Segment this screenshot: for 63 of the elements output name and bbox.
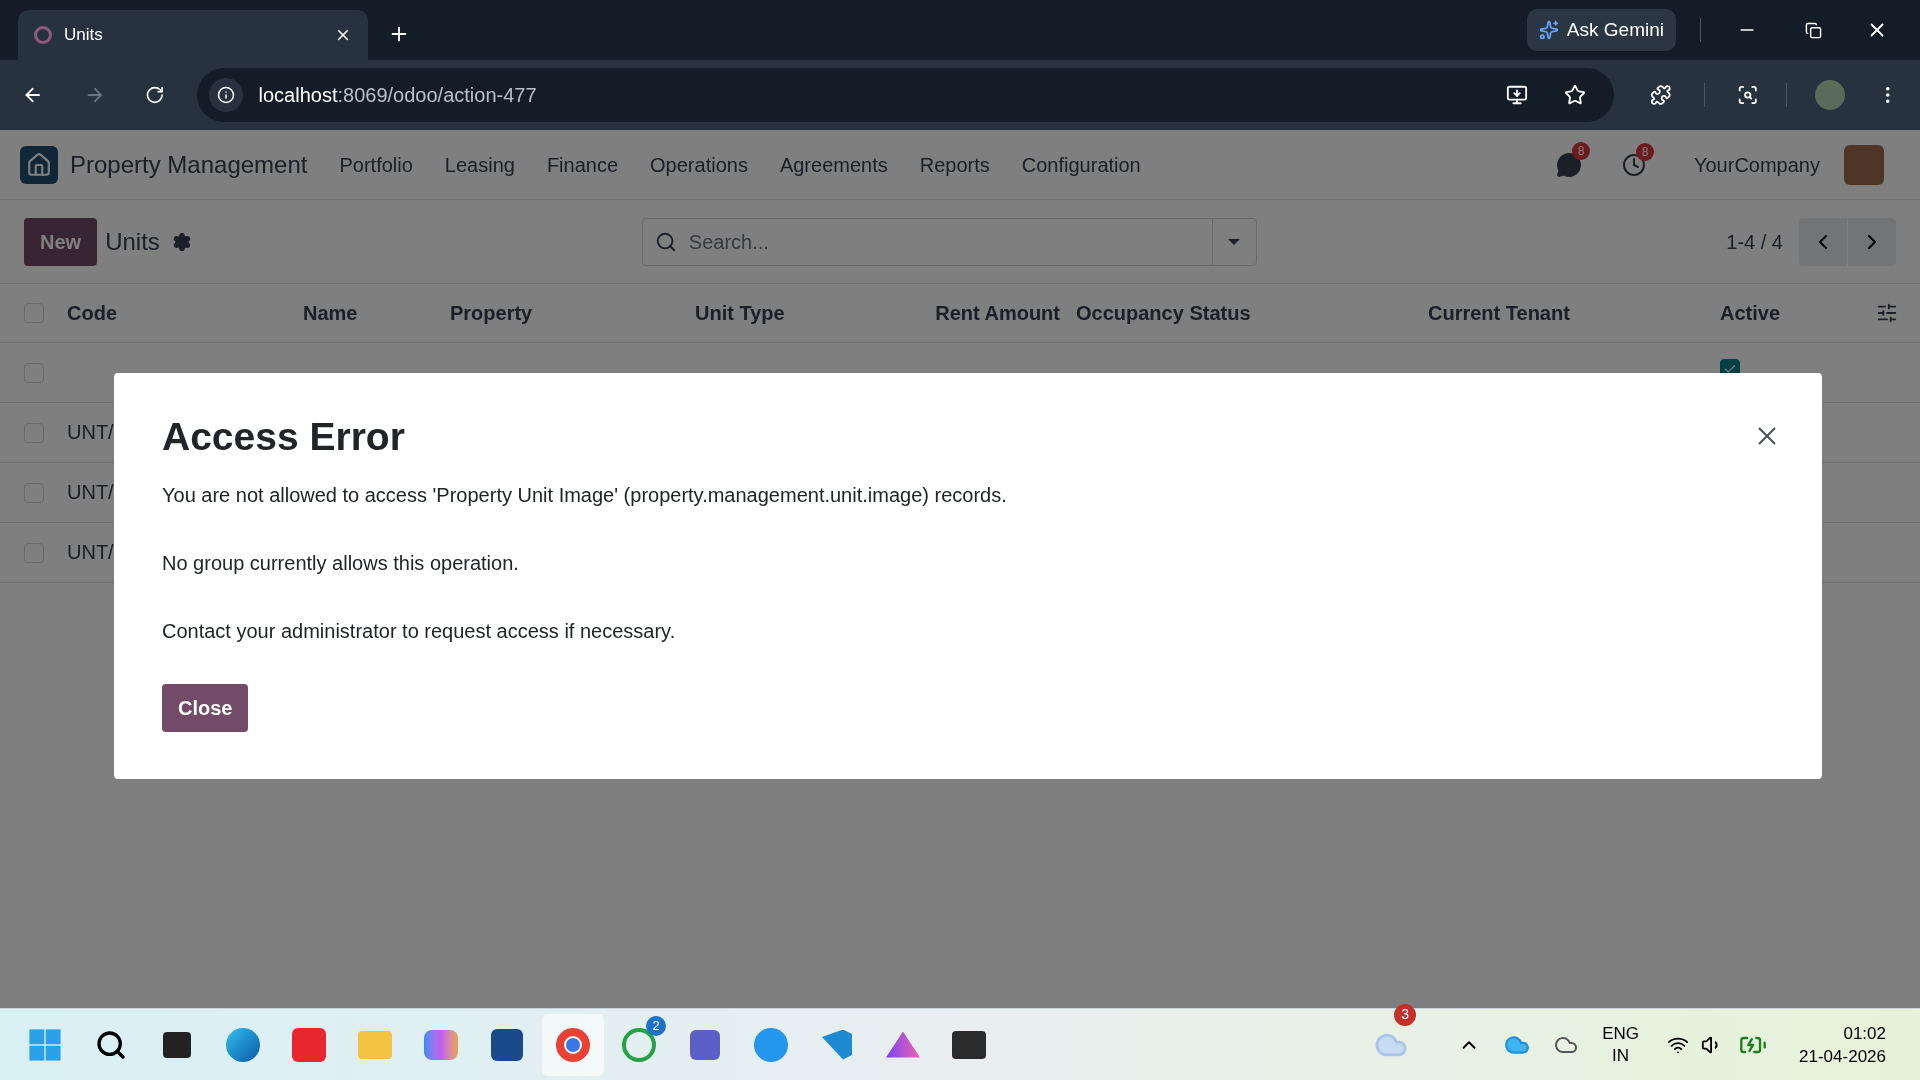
address-bar[interactable]: localhost:8069/odoo/action-477: [196, 68, 1615, 122]
extensions-icon[interactable]: [1650, 84, 1672, 106]
settings-icon[interactable]: [171, 231, 192, 252]
chrome-icon[interactable]: [555, 1026, 591, 1063]
install-icon[interactable]: [1506, 84, 1529, 106]
reload-icon[interactable]: [145, 85, 165, 105]
dialog-message: No group currently allows this operation.: [162, 550, 520, 576]
sparkle-icon: [1538, 20, 1559, 40]
row-checkbox[interactable]: [24, 362, 44, 383]
column-header[interactable]: Current Tenant: [1428, 302, 1570, 324]
column-header[interactable]: Code: [67, 302, 117, 324]
bookmark-star-icon[interactable]: [1564, 84, 1587, 106]
pager-value[interactable]: 1-4 / 4: [1726, 226, 1783, 257]
column-header[interactable]: Rent Amount: [935, 302, 1060, 324]
menu-item[interactable]: Agreements: [779, 149, 888, 180]
column-header[interactable]: Unit Type: [695, 302, 785, 324]
profile-avatar[interactable]: [1815, 80, 1845, 110]
dialog-message: Contact your administrator to request access if necessary.: [162, 618, 677, 644]
table-cell: UNT/: [67, 481, 114, 503]
table-cell: UNT/: [67, 541, 114, 563]
windows-start-icon[interactable]: [27, 1026, 63, 1063]
menu-item[interactable]: Reports: [919, 149, 990, 180]
search-field[interactable]: Search...: [641, 217, 1257, 266]
menu-item[interactable]: Finance: [546, 149, 619, 180]
notification-badge: 2: [646, 1015, 666, 1036]
menu-item[interactable]: Portfolio: [339, 149, 413, 180]
count-badge: 8: [1572, 141, 1590, 160]
count-badge: 8: [1636, 142, 1654, 161]
row-checkbox[interactable]: [24, 542, 44, 563]
menu-item[interactable]: Operations: [650, 149, 748, 180]
app-brand[interactable]: Property Management: [70, 146, 308, 183]
notification-badge: 3: [1394, 1003, 1417, 1026]
search-tab-icon[interactable]: [1736, 84, 1759, 106]
restore-icon[interactable]: [1805, 21, 1822, 39]
column-header[interactable]: Property: [450, 302, 533, 324]
column-settings-icon[interactable]: [1876, 302, 1898, 324]
search-input[interactable]: Search...: [688, 226, 1212, 257]
row-checkbox[interactable]: [24, 422, 44, 443]
column-header[interactable]: Name: [303, 302, 358, 324]
clock[interactable]: 01:02 21-04-2026: [1799, 1021, 1886, 1068]
info-icon[interactable]: [216, 86, 235, 104]
new-button[interactable]: New: [24, 217, 98, 266]
select-all-checkbox[interactable]: [24, 303, 44, 323]
column-header[interactable]: Active: [1720, 302, 1781, 324]
table-cell: UNT/: [67, 421, 114, 443]
row-checkbox[interactable]: [24, 482, 44, 503]
user-avatar[interactable]: [1844, 144, 1884, 185]
caret-icon: [1228, 238, 1241, 245]
language-indicator[interactable]: ENG IN: [1602, 1022, 1640, 1067]
app-icon: [34, 26, 52, 44]
column-header[interactable]: Occupancy Status: [1076, 302, 1251, 324]
menu-item[interactable]: Configuration: [1021, 149, 1141, 180]
dialog-message: You are not allowed to access 'Property Unit Image' (property.management.unit.image) records.: [162, 482, 1008, 508]
search-icon: [654, 230, 677, 253]
browser-tab[interactable]: Units: [18, 10, 368, 60]
url-text: localhost:8069/odoo/action-477: [258, 83, 538, 108]
home-logo-icon[interactable]: [20, 145, 58, 184]
close-button[interactable]: Close: [162, 683, 249, 732]
dialog-title: Access Error: [162, 414, 406, 460]
ask-gemini-button[interactable]: Ask Gemini: [1526, 9, 1676, 51]
company-name[interactable]: YourCompany: [1694, 149, 1820, 180]
page-title: Units: [105, 226, 160, 257]
menu-item[interactable]: Leasing: [444, 149, 515, 180]
